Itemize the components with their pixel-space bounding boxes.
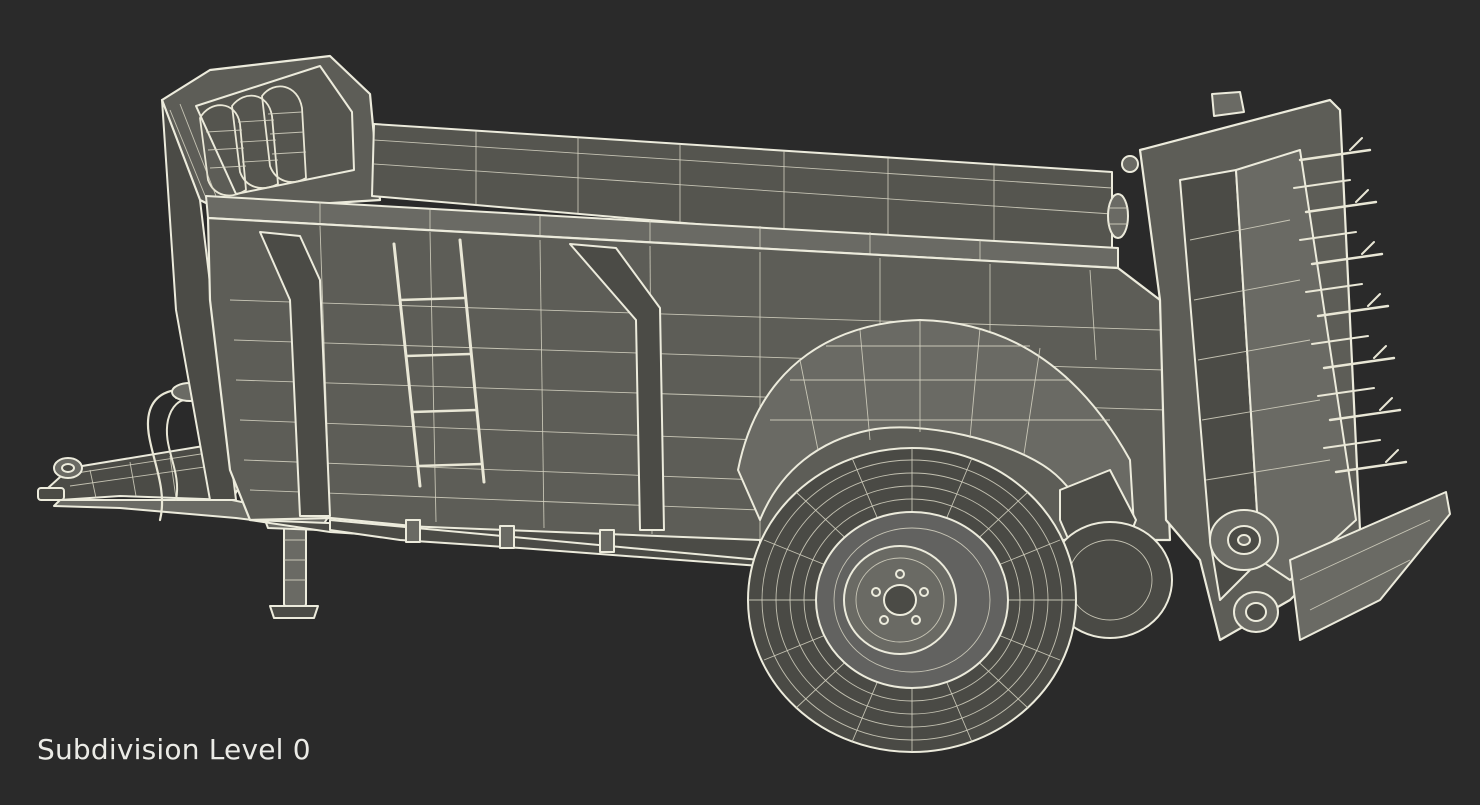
wireframe-render — [37, 54, 1451, 753]
subdivision-level-caption: Subdivision Level 0 — [37, 733, 311, 766]
main-wheel — [747, 447, 1077, 753]
render-viewport — [0, 0, 1480, 800]
rear-light — [1107, 155, 1139, 239]
